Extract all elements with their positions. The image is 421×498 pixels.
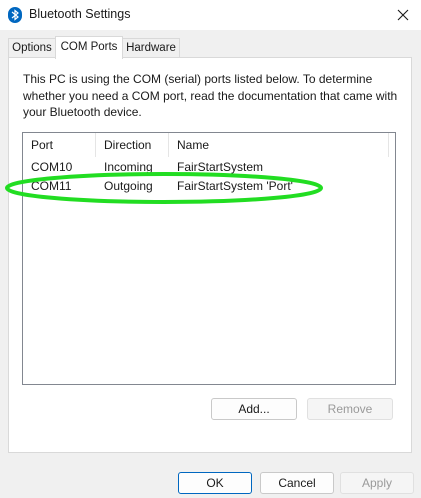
column-header-name[interactable]: Name [169,133,389,157]
remove-button[interactable]: Remove [307,398,393,420]
list-header: Port Direction Name [23,133,395,157]
tab-com-ports[interactable]: COM Ports [55,36,123,59]
cell-port: COM11 [31,179,72,193]
table-row[interactable]: COM10 Incoming FairStartSystem [23,158,395,176]
cell-port: COM10 [31,160,73,174]
title-bar: Bluetooth Settings [0,0,421,30]
table-row[interactable]: COM11 Outgoing FairStartSystem 'Port' [23,177,395,195]
cell-name: FairStartSystem [177,160,264,174]
close-icon [397,9,409,21]
cell-direction: Incoming [104,160,153,174]
bluetooth-icon [8,7,22,23]
cell-direction: Outgoing [104,179,153,193]
close-button[interactable] [385,0,421,30]
window-title: Bluetooth Settings [29,7,131,21]
apply-button[interactable]: Apply [340,472,414,494]
cell-name: FairStartSystem 'Port' [177,179,293,193]
cancel-button[interactable]: Cancel [260,472,334,494]
ok-button[interactable]: OK [178,472,252,494]
add-button[interactable]: Add... [211,398,297,420]
description-text: This PC is using the COM (serial) ports … [23,72,398,119]
tab-hardware[interactable]: Hardware [122,38,180,58]
column-header-direction[interactable]: Direction [96,133,169,157]
com-port-list[interactable]: Port Direction Name COM10 Incoming FairS… [22,132,396,385]
tab-options[interactable]: Options [8,38,56,58]
column-header-port[interactable]: Port [23,133,96,157]
com-ports-panel: This PC is using the COM (serial) ports … [8,57,412,453]
